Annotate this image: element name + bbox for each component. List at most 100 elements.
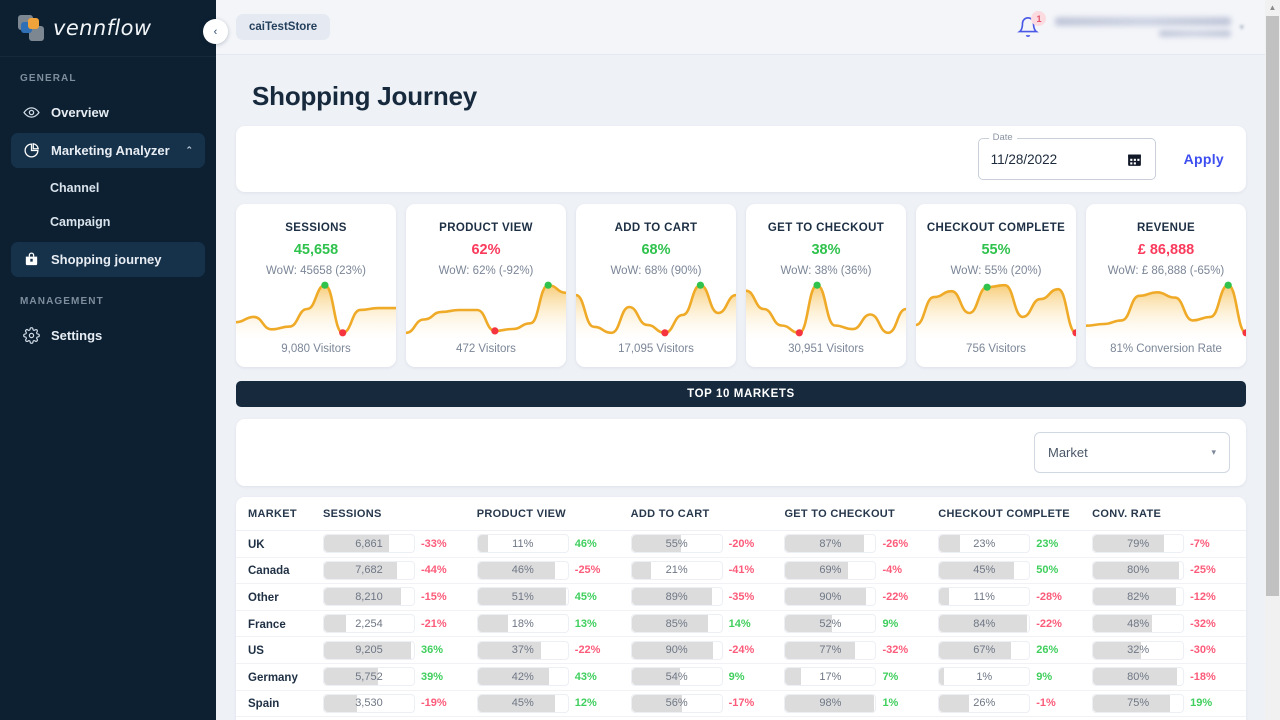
store-selector-chip[interactable]: caiTestStore (236, 14, 331, 40)
table-row[interactable]: Spain 3,530 -19% 45% 12% 56% -17% 98% 1%… (236, 690, 1246, 718)
table-cell-metric: 48% -32% (1092, 610, 1246, 638)
metric-value: 55% (665, 537, 688, 550)
metric-delta: 50% (1036, 564, 1059, 577)
metric-value: 56% (665, 697, 688, 710)
markets-table-head: MARKET SESSIONS PRODUCT VIEW ADD TO CART GET… (236, 497, 1246, 531)
table-cell-metric: 54% 9% (630, 663, 785, 691)
sidebar-item-marketing-analyzer[interactable]: Marketing Analyzer ⌃ (11, 133, 205, 168)
metric-delta: -22% (574, 644, 601, 657)
metric-delta: -22% (1036, 617, 1062, 630)
metric-delta: -19% (420, 697, 447, 710)
date-field-label: Date (988, 132, 1017, 143)
metric-bar: 42% (476, 667, 569, 687)
table-cell-metric: 55% -20% (630, 530, 785, 558)
market-name: Germany (248, 671, 298, 684)
table-row[interactable]: Other 8,210 -15% 51% 45% 89% -35% 90% -2… (236, 583, 1246, 611)
calendar-icon[interactable] (1126, 151, 1143, 168)
metric-bar: 1% (938, 667, 1031, 687)
metric-bar: 75% (1092, 693, 1185, 713)
sidebar-item-campaign[interactable]: Campaign (0, 205, 216, 239)
table-cell-market: UK (236, 530, 323, 558)
metric-bar: 46% (476, 560, 569, 580)
user-menu[interactable]: ▾ (1055, 17, 1244, 37)
scroll-up-arrow[interactable]: ▲ (1265, 0, 1280, 16)
metric-value: 21% (665, 564, 688, 577)
table-column-header: SESSIONS (322, 497, 477, 531)
topbar: caiTestStore 1 ▾ (216, 0, 1280, 55)
market-name: UK (248, 538, 265, 551)
metric-bar-fill (323, 694, 358, 712)
chevron-left-icon: ‹ (213, 25, 218, 38)
metric-delta: 19% (1190, 697, 1213, 710)
metric-bar: 79% (1092, 534, 1185, 554)
table-row[interactable]: France 2,254 -21% 18% 13% 85% 14% 52% 9%… (236, 610, 1246, 638)
table-row[interactable]: UK 6,861 -33% 11% 46% 55% -20% 87% -26% … (236, 530, 1246, 558)
metric-delta: -7% (1190, 537, 1210, 550)
metric-value: 80% (1127, 564, 1150, 577)
table-cell-metric: 2,254 -21% (322, 610, 477, 638)
metric-value: 98% (819, 697, 842, 710)
metric-delta: -44% (420, 564, 447, 577)
kpi-value: 68% (641, 242, 671, 258)
table-cell-metric: 79% -7% (1092, 530, 1246, 558)
metric-delta: 26% (1036, 644, 1059, 657)
gear-icon (23, 327, 40, 344)
sidebar-item-overview[interactable]: Overview (11, 95, 205, 130)
metric-value: 90% (819, 590, 842, 603)
table-cell-metric: 8,210 -15% (322, 583, 477, 611)
sidebar-item-label: Marketing Analyzer (51, 143, 170, 158)
sidebar-item-channel[interactable]: Channel (0, 171, 216, 205)
metric-bar: 98% (784, 693, 877, 713)
metric-delta: 39% (420, 670, 443, 683)
metric-value: 46% (511, 564, 534, 577)
metric-bar: 82% (1092, 587, 1185, 607)
sidebar-section-management: MANAGEMENT (20, 296, 104, 307)
kpi-value: £ 86,888 (1137, 242, 1195, 258)
kpi-footer-text: 30,951 Visitors (788, 343, 864, 355)
table-row[interactable]: Canada 7,682 -44% 46% -25% 21% -41% 69% … (236, 557, 1246, 585)
sidebar-item-settings[interactable]: Settings (11, 318, 205, 353)
table-row[interactable]: Germany 5,752 39% 42% 43% 54% 9% 17% 7% … (236, 663, 1246, 691)
briefcase-icon (25, 252, 38, 266)
metric-delta: -17% (728, 697, 755, 710)
table-cell-metric: 84% -22% (938, 610, 1093, 638)
metric-value: 11% (973, 590, 995, 603)
table-cell-metric: 5,752 39% (322, 663, 477, 691)
metric-delta: -32% (882, 644, 909, 657)
metric-delta: 12% (574, 697, 597, 710)
kpi-sparkline-chart (746, 281, 906, 338)
brand-logo[interactable]: vennflow (0, 0, 216, 57)
sidebar-collapse-button[interactable]: ‹ (203, 19, 228, 44)
table-cell-metric: 80% -18% (1092, 663, 1246, 691)
market-select[interactable]: Market ▾ (1034, 432, 1230, 473)
metric-value: 42% (511, 670, 534, 683)
metric-value: 3,530 (355, 697, 383, 710)
market-filter-card: Market ▾ (236, 419, 1246, 486)
scrollbar-thumb[interactable] (1266, 16, 1279, 596)
metric-bar: 11% (938, 587, 1031, 607)
metric-value: 7,682 (355, 564, 383, 577)
metric-bar: 56% (630, 693, 723, 713)
metric-value: 11% (512, 537, 534, 550)
metric-bar: 69% (784, 560, 877, 580)
table-cell-metric: 7% 5% (938, 716, 1093, 720)
metric-delta: 7% (882, 670, 899, 683)
kpi-card: ADD TO CART 68% WoW: 68% (90%) 17,095 Vi… (576, 204, 736, 367)
date-input[interactable]: 11/28/2022 (991, 152, 1058, 167)
page-scrollbar[interactable]: ▲ (1265, 0, 1280, 720)
table-row[interactable]: US 9,205 36% 37% -22% 90% -24% 77% -32% … (236, 636, 1246, 664)
user-email-blurred (1055, 17, 1232, 26)
metric-delta: -21% (420, 617, 447, 630)
market-name: Other (248, 591, 279, 604)
metric-value: 45% (973, 564, 996, 577)
sidebar-item-shopping-journey[interactable]: Shopping journey (11, 242, 205, 277)
kpi-title: REVENUE (1136, 222, 1196, 234)
notifications-button[interactable]: 1 (1017, 11, 1047, 39)
date-input-wrapper[interactable]: Date 11/28/2022 (977, 132, 1156, 180)
metric-bar: 26% (938, 693, 1031, 713)
metric-delta: 9% (728, 670, 745, 683)
apply-button[interactable]: Apply (1176, 145, 1232, 173)
metric-delta: -28% (1036, 590, 1062, 603)
table-cell-metric: 3,530 -19% (322, 690, 477, 718)
table-row[interactable]: Australia 4,384 -49% 37% 35% 96% (236, 716, 1246, 720)
